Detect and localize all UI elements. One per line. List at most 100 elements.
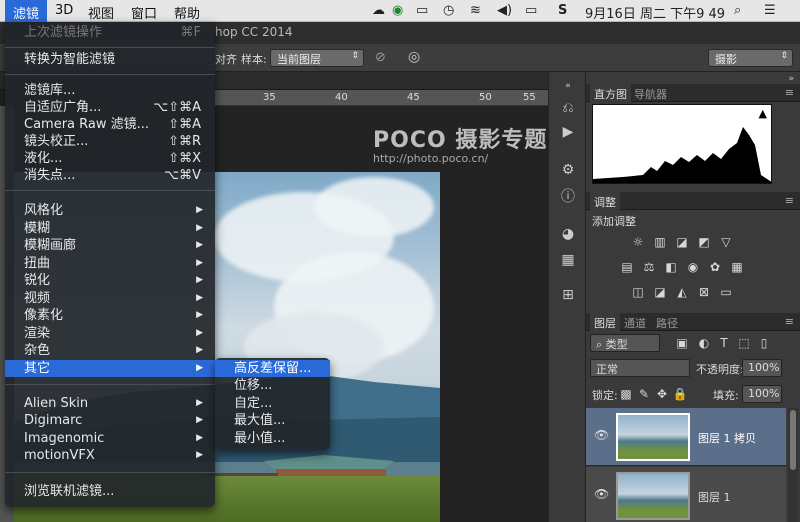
filter-pixel-icon[interactable]: ▣ xyxy=(674,336,690,350)
menu-item-sharpen[interactable]: 锐化 ▶ xyxy=(5,272,215,289)
notification-center-icon[interactable]: ☰ xyxy=(764,3,776,18)
info-icon[interactable]: ⓘ xyxy=(558,187,578,207)
properties-icon[interactable]: ⚙ xyxy=(558,160,578,180)
menu-item-vanishing-point[interactable]: 消失点... ⌥⌘V xyxy=(5,167,215,184)
lock-transparent-icon[interactable]: ▩ xyxy=(618,387,634,401)
layer-row-selected[interactable]: 👁 图层 1 拷贝 xyxy=(586,408,786,466)
actions-play-icon[interactable]: ▶ xyxy=(558,122,578,142)
gradient-map-icon[interactable]: ▭ xyxy=(718,285,734,299)
lock-position-move-icon[interactable]: ✥ xyxy=(654,387,670,401)
app-tray-icon[interactable]: ◉ xyxy=(392,3,403,18)
menu-item-adaptive-wide-angle[interactable]: 自适应广角... ⌥⇧⌘A xyxy=(5,99,215,116)
panel-menu-icon[interactable]: ≡ xyxy=(785,315,794,328)
menu-help[interactable]: 帮助 xyxy=(174,3,200,22)
blend-mode-select[interactable]: 正常 xyxy=(590,359,690,377)
panel-menu-icon[interactable]: ≡ xyxy=(785,86,794,99)
visibility-eye-icon[interactable]: 👁 xyxy=(594,428,609,442)
layer-name[interactable]: 图层 1 拷贝 xyxy=(698,430,756,446)
layer-name[interactable]: 图层 1 xyxy=(698,489,731,505)
vibrance-icon[interactable]: ▽ xyxy=(718,235,734,249)
clone-source-icon[interactable]: ⊞ xyxy=(558,285,578,305)
grid-swatches-icon[interactable]: ▦ xyxy=(558,250,578,270)
black-white-icon[interactable]: ◧ xyxy=(663,260,679,274)
menu-filter[interactable]: 滤镜 xyxy=(5,0,48,22)
tab-layers[interactable]: 图层 xyxy=(590,313,620,331)
collapse-arrows-icon[interactable]: » xyxy=(788,74,794,84)
tab-paths[interactable]: 路径 xyxy=(656,315,678,331)
channel-mixer-icon[interactable]: ✿ xyxy=(707,260,723,274)
posterize-icon[interactable]: ◪ xyxy=(652,285,668,299)
workspace-select[interactable]: 摄影 ⇕ xyxy=(708,49,793,67)
selective-color-icon[interactable]: ⊠ xyxy=(696,285,712,299)
color-lookup-icon[interactable]: ▦ xyxy=(729,260,745,274)
fill-input[interactable]: 100% xyxy=(742,385,782,403)
color-balance-icon[interactable]: ⚖ xyxy=(641,260,657,274)
filter-adjustment-icon[interactable]: ◐ xyxy=(696,336,712,350)
filter-shape-icon[interactable]: ⬚ xyxy=(736,336,752,350)
submenu-item-high-pass[interactable]: 高反差保留... xyxy=(215,360,330,377)
spotlight-search-icon[interactable]: ⌕ xyxy=(734,3,741,18)
cloud-icon[interactable]: ☁ xyxy=(372,3,385,18)
menu-item-pixelate[interactable]: 像素化 ▶ xyxy=(5,307,215,324)
menu-item-blur-gallery[interactable]: 模糊画廊 ▶ xyxy=(5,237,215,254)
menu-item-noise[interactable]: 杂色 ▶ xyxy=(5,342,215,359)
menu-item-other[interactable]: 其它 ▶ xyxy=(5,360,215,377)
horizontal-ruler[interactable]: 35 40 45 50 55 xyxy=(215,90,548,106)
lock-all-icon[interactable]: 🔒 xyxy=(672,387,688,401)
menu-item-convert-smart-filter[interactable]: 转换为智能滤镜 xyxy=(5,51,215,68)
menu-item-alien-skin[interactable]: Alien Skin ▶ xyxy=(5,395,215,412)
filter-type-icon[interactable]: T xyxy=(716,336,732,350)
photo-filter-icon[interactable]: ◉ xyxy=(685,260,701,274)
menu-item-distort[interactable]: 扭曲 ▶ xyxy=(5,255,215,272)
menu-window[interactable]: 窗口 xyxy=(131,3,157,22)
submenu-item-offset[interactable]: 位移... xyxy=(215,377,330,394)
sogou-icon[interactable]: S xyxy=(558,3,567,18)
airplay-icon[interactable]: ▭ xyxy=(416,3,428,18)
menu-item-render[interactable]: 渲染 ▶ xyxy=(5,325,215,342)
menu-item-stylize[interactable]: 风格化 ▶ xyxy=(5,202,215,219)
hue-saturation-icon[interactable]: ▤ xyxy=(619,260,635,274)
menu-item-lens-correction[interactable]: 镜头校正... ⇧⌘R xyxy=(5,133,215,150)
submenu-item-custom[interactable]: 自定... xyxy=(215,395,330,412)
submenu-item-minimum[interactable]: 最小值... xyxy=(215,430,330,447)
clock-text[interactable]: 9月16日 周二 下午9 49 xyxy=(585,3,725,22)
layer-row[interactable]: 👁 图层 1 xyxy=(586,467,786,522)
volume-icon[interactable]: ◀) xyxy=(497,3,512,18)
menu-3d[interactable]: 3D xyxy=(55,3,73,18)
history-icon[interactable]: ⎌ xyxy=(558,98,578,118)
lock-pixels-brush-icon[interactable]: ✎ xyxy=(636,387,652,401)
menu-item-digimarc[interactable]: Digimarc ▶ xyxy=(5,412,215,429)
layers-scrollbar[interactable] xyxy=(788,408,798,522)
visibility-eye-icon[interactable]: 👁 xyxy=(594,487,609,501)
layer-kind-filter[interactable]: ⌕ 类型 xyxy=(590,334,660,352)
ignore-adjustment-icon[interactable]: ⊘ xyxy=(375,50,386,65)
opacity-input[interactable]: 100% xyxy=(742,359,782,377)
invert-icon[interactable]: ◫ xyxy=(630,285,646,299)
time-machine-icon[interactable]: ◷ xyxy=(443,3,454,18)
exposure-icon[interactable]: ◩ xyxy=(696,235,712,249)
tab-navigator[interactable]: 导航器 xyxy=(634,86,667,102)
menu-item-motionvfx[interactable]: motionVFX ▶ xyxy=(5,447,215,464)
swatches-palette-icon[interactable]: ◕ xyxy=(558,224,578,244)
menu-item-liquify[interactable]: 液化... ⇧⌘X xyxy=(5,150,215,167)
threshold-icon[interactable]: ◭ xyxy=(674,285,690,299)
collapse-arrows-icon[interactable]: « xyxy=(558,76,578,96)
brightness-contrast-icon[interactable]: ☼ xyxy=(630,235,646,249)
submenu-item-maximum[interactable]: 最大值... xyxy=(215,412,330,429)
curves-icon[interactable]: ◪ xyxy=(674,235,690,249)
sample-select[interactable]: 当前图层 ⇕ xyxy=(270,49,364,67)
menu-item-camera-raw[interactable]: Camera Raw 滤镜... ⇧⌘A xyxy=(5,116,215,133)
battery-icon[interactable]: ▭ xyxy=(525,3,537,18)
pressure-brush-icon[interactable]: ◎ xyxy=(408,49,420,65)
warning-icon[interactable]: ▲ xyxy=(759,107,767,120)
menu-item-filter-gallery[interactable]: 滤镜库... xyxy=(5,82,215,99)
menu-item-imagenomic[interactable]: Imagenomic ▶ xyxy=(5,430,215,447)
wifi-icon[interactable]: ≋ xyxy=(470,3,481,18)
menu-view[interactable]: 视图 xyxy=(88,3,114,22)
menu-item-video[interactable]: 视频 ▶ xyxy=(5,290,215,307)
menu-item-blur[interactable]: 模糊 ▶ xyxy=(5,220,215,237)
tab-histogram[interactable]: 直方图 xyxy=(590,84,631,102)
panel-menu-icon[interactable]: ≡ xyxy=(785,194,794,207)
tab-adjustments[interactable]: 调整 xyxy=(590,192,620,210)
scrollbar-thumb[interactable] xyxy=(790,410,796,470)
